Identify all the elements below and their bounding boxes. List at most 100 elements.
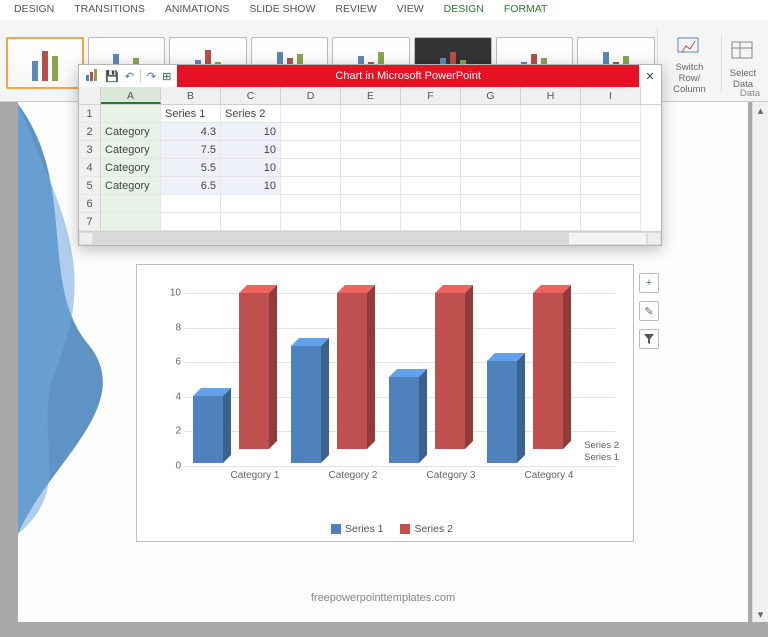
cell[interactable] bbox=[101, 195, 161, 213]
excel-grid[interactable]: 1Series 1Series 22Category 14.3103Catego… bbox=[79, 105, 661, 231]
chart-filter-button[interactable] bbox=[639, 329, 659, 349]
col-header-B[interactable]: B bbox=[161, 87, 221, 104]
chart-data-window[interactable]: 💾 ↶ ↷ ⊞ Chart in Microsoft PowerPoint ✕ … bbox=[78, 64, 662, 246]
ribbon-tab-review[interactable]: REVIEW bbox=[325, 0, 386, 20]
save-icon[interactable]: 💾 bbox=[105, 70, 119, 83]
cell[interactable] bbox=[341, 105, 401, 123]
chart-style-thumb[interactable] bbox=[6, 37, 84, 89]
chart-elements-button[interactable]: + bbox=[639, 273, 659, 293]
cell[interactable] bbox=[341, 123, 401, 141]
cell[interactable] bbox=[341, 177, 401, 195]
cell[interactable] bbox=[521, 213, 581, 231]
cell[interactable] bbox=[221, 213, 281, 231]
cell[interactable]: Category 2 bbox=[101, 141, 161, 159]
cell[interactable] bbox=[401, 159, 461, 177]
cell[interactable] bbox=[341, 141, 401, 159]
cell[interactable] bbox=[281, 141, 341, 159]
undo-icon[interactable]: ↶ bbox=[125, 70, 134, 83]
ribbon-tab-slideshow[interactable]: SLIDE SHOW bbox=[239, 0, 325, 20]
chart-styles-button[interactable]: ✎ bbox=[639, 301, 659, 321]
cell[interactable]: 6.5 bbox=[161, 177, 221, 195]
ribbon-tab-animations[interactable]: ANIMATIONS bbox=[155, 0, 240, 20]
cell[interactable] bbox=[221, 195, 281, 213]
cell[interactable] bbox=[581, 141, 641, 159]
table-row[interactable]: 4Category 35.510 bbox=[79, 159, 661, 177]
ribbon-tab-design[interactable]: DESIGN bbox=[4, 0, 64, 20]
ribbon-tab-chart-format[interactable]: FORMAT bbox=[494, 0, 558, 20]
cell[interactable] bbox=[461, 105, 521, 123]
cell[interactable]: Category 1 bbox=[101, 123, 161, 141]
ribbon-tab-view[interactable]: VIEW bbox=[387, 0, 434, 20]
cell[interactable] bbox=[401, 177, 461, 195]
scroll-down-icon[interactable]: ▾ bbox=[753, 606, 768, 622]
cell[interactable] bbox=[341, 159, 401, 177]
col-header-E[interactable]: E bbox=[341, 87, 401, 104]
scroll-up-icon[interactable]: ▴ bbox=[753, 102, 768, 118]
table-row[interactable]: 6 bbox=[79, 195, 661, 213]
cell[interactable] bbox=[521, 195, 581, 213]
cell[interactable] bbox=[461, 123, 521, 141]
table-row[interactable]: 2Category 14.310 bbox=[79, 123, 661, 141]
cell[interactable] bbox=[341, 195, 401, 213]
cell[interactable] bbox=[581, 123, 641, 141]
cell[interactable] bbox=[581, 177, 641, 195]
cell[interactable] bbox=[521, 177, 581, 195]
col-header-I[interactable]: I bbox=[581, 87, 641, 104]
cell[interactable] bbox=[401, 141, 461, 159]
cell[interactable] bbox=[281, 123, 341, 141]
cell[interactable]: Series 2 bbox=[221, 105, 281, 123]
table-row[interactable]: 3Category 27.510 bbox=[79, 141, 661, 159]
table-row[interactable]: 5Category 46.510 bbox=[79, 177, 661, 195]
cell[interactable] bbox=[161, 213, 221, 231]
cell[interactable]: 10 bbox=[221, 177, 281, 195]
cell[interactable] bbox=[401, 195, 461, 213]
cell[interactable]: Category 3 bbox=[101, 159, 161, 177]
cell[interactable]: Series 1 bbox=[161, 105, 221, 123]
cell[interactable] bbox=[281, 105, 341, 123]
cell[interactable] bbox=[401, 123, 461, 141]
col-header-C[interactable]: C bbox=[221, 87, 281, 104]
cell[interactable] bbox=[461, 195, 521, 213]
cell[interactable]: Category 4 bbox=[101, 177, 161, 195]
cell[interactable]: 7.5 bbox=[161, 141, 221, 159]
cell[interactable] bbox=[461, 213, 521, 231]
cell[interactable] bbox=[461, 141, 521, 159]
cell[interactable] bbox=[461, 159, 521, 177]
ribbon-group-switch[interactable]: Switch Row/ Column bbox=[657, 28, 721, 97]
cell[interactable] bbox=[101, 213, 161, 231]
cell[interactable] bbox=[581, 195, 641, 213]
excel-horizontal-scrollbar[interactable] bbox=[79, 231, 661, 245]
col-header-H[interactable]: H bbox=[521, 87, 581, 104]
table-row[interactable]: 1Series 1Series 2 bbox=[79, 105, 661, 123]
cell[interactable] bbox=[281, 195, 341, 213]
cell[interactable] bbox=[521, 141, 581, 159]
cell[interactable] bbox=[461, 177, 521, 195]
ribbon-tab-chart-design[interactable]: DESIGN bbox=[434, 0, 494, 20]
cell[interactable] bbox=[281, 177, 341, 195]
cell[interactable]: 4.3 bbox=[161, 123, 221, 141]
col-header-G[interactable]: G bbox=[461, 87, 521, 104]
table-row[interactable]: 7 bbox=[79, 213, 661, 231]
cell[interactable] bbox=[521, 105, 581, 123]
cell[interactable] bbox=[281, 159, 341, 177]
col-header-F[interactable]: F bbox=[401, 87, 461, 104]
ribbon-group-select-data[interactable]: Select Data bbox=[721, 34, 764, 92]
vertical-scrollbar[interactable]: ▴ ▾ bbox=[752, 102, 768, 622]
cell[interactable]: 10 bbox=[221, 141, 281, 159]
redo-icon[interactable]: ↷ bbox=[147, 70, 156, 83]
cell[interactable] bbox=[281, 213, 341, 231]
ribbon-tab-transitions[interactable]: TRANSITIONS bbox=[64, 0, 155, 20]
cell[interactable] bbox=[581, 213, 641, 231]
col-header-A[interactable]: A bbox=[101, 87, 161, 104]
scroll-right-icon[interactable] bbox=[647, 232, 661, 245]
edit-in-excel-icon[interactable]: ⊞ bbox=[162, 70, 171, 83]
cell[interactable]: 5.5 bbox=[161, 159, 221, 177]
cell[interactable] bbox=[581, 159, 641, 177]
cell[interactable]: 10 bbox=[221, 123, 281, 141]
cell[interactable] bbox=[521, 159, 581, 177]
cell[interactable] bbox=[341, 213, 401, 231]
col-header-D[interactable]: D bbox=[281, 87, 341, 104]
cell[interactable] bbox=[401, 213, 461, 231]
chart-object[interactable]: + ✎ 0246810 Category 1Category 2Category… bbox=[136, 264, 634, 542]
excel-close-button[interactable]: ✕ bbox=[639, 65, 661, 87]
